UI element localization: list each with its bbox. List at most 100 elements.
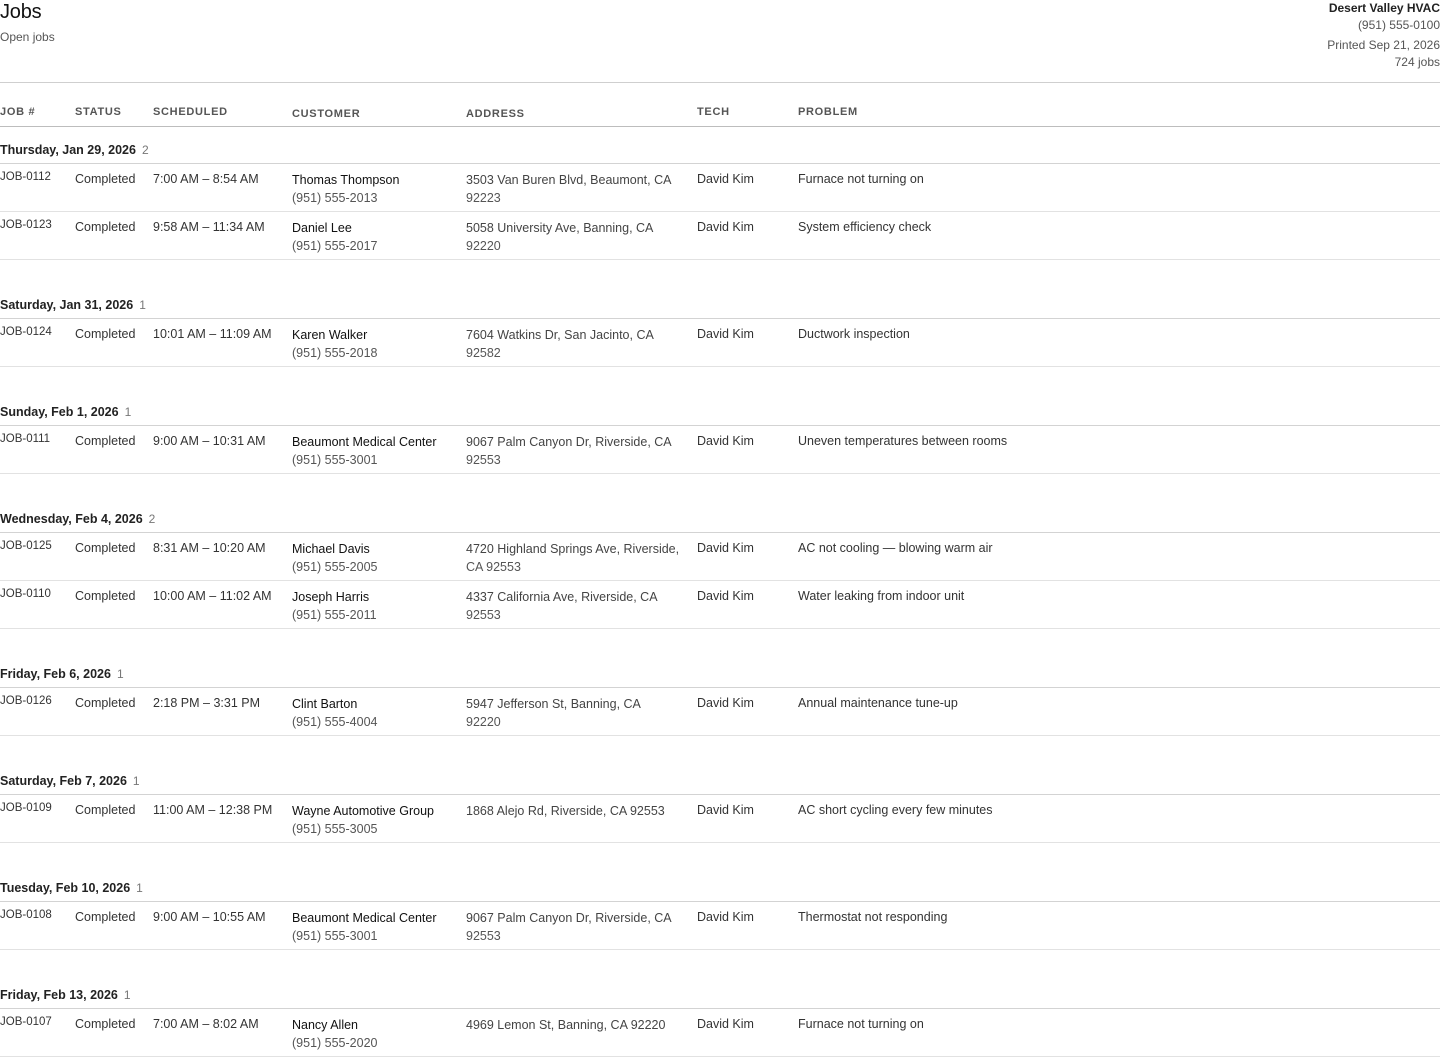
address-line-2: 92553 (466, 453, 501, 467)
column-problem: PROBLEM (798, 106, 858, 118)
column-tech: TECH (697, 106, 730, 118)
job-scheduled-time: 9:58 AM – 11:34 AM (153, 220, 265, 234)
table-row[interactable]: JOB-0108 Completed 9:00 AM – 10:55 AM Beaum… (0, 902, 1440, 950)
group-date: Friday, Feb 13, 2026 1 (0, 988, 131, 1002)
job-status: Completed (75, 172, 136, 186)
table-row[interactable]: JOB-0123 Completed 9:58 AM – 11:34 AM Danie… (0, 212, 1440, 260)
group-date-label: Sunday, Feb 1, 2026 (0, 405, 119, 419)
job-address: 5058 University Ave, Banning, CA 92220 (466, 220, 691, 255)
table-row[interactable]: JOB-0126 Completed 2:18 PM – 3:31 PM Clint … (0, 688, 1440, 736)
date-group-header: Sunday, Feb 1, 2026 1 (0, 389, 1440, 426)
job-status: Completed (75, 220, 136, 234)
group-date: Wednesday, Feb 4, 2026 2 (0, 512, 155, 526)
job-problem: AC short cycling every few minutes (798, 803, 993, 817)
date-group-header: Tuesday, Feb 10, 2026 1 (0, 865, 1440, 902)
column-customer: CUSTOMER (292, 108, 361, 120)
job-scheduled-time: 11:00 AM – 12:38 PM (153, 803, 273, 817)
address-line-2: CA 92553 (466, 560, 521, 574)
job-number: JOB-0110 (0, 588, 51, 600)
address-line-1: 5947 Jefferson St, Banning, CA (466, 697, 641, 711)
address-line-2: 92553 (466, 608, 501, 622)
group-date-label: Wednesday, Feb 4, 2026 (0, 512, 143, 526)
company-name: Desert Valley HVAC (1328, 1, 1440, 15)
customer-phone: (951) 555-4004 (292, 715, 378, 729)
table-row[interactable]: JOB-0107 Completed 7:00 AM – 8:02 AM Nancy … (0, 1009, 1440, 1057)
job-problem: Uneven temperatures between rooms (798, 434, 1008, 448)
job-status: Completed (75, 541, 136, 555)
company-phone: (951) 555-0100 (1357, 18, 1440, 32)
group-date-label: Thursday, Jan 29, 2026 (0, 143, 136, 157)
address-line-2: 92220 (466, 239, 501, 253)
table-row[interactable]: JOB-0124 Completed 10:01 AM – 11:09 AM Kare… (0, 319, 1440, 367)
job-tech: David Kim (697, 803, 754, 817)
customer-name: Beaumont Medical Center (292, 911, 437, 925)
date-group-header: Saturday, Jan 31, 2026 1 (0, 282, 1440, 319)
job-scheduled-time: 8:31 AM – 10:20 AM (153, 541, 266, 555)
address-line-1: 9067 Palm Canyon Dr, Riverside, CA (466, 911, 672, 925)
job-number: JOB-0125 (0, 540, 52, 552)
job-scheduled-time: 9:00 AM – 10:55 AM (153, 910, 266, 924)
customer-name: Daniel Lee (292, 221, 352, 235)
customer-phone: (951) 555-3001 (292, 929, 378, 943)
address-line-2: 92223 (466, 191, 501, 205)
group-date-label: Saturday, Jan 31, 2026 (0, 298, 134, 312)
group-date-label: Saturday, Feb 7, 2026 (0, 774, 127, 788)
job-status: Completed (75, 434, 136, 448)
job-tech: David Kim (697, 172, 754, 186)
job-problem: Water leaking from indoor unit (798, 589, 965, 603)
address-line-1: 5058 University Ave, Banning, CA (466, 221, 654, 235)
customer-name: Nancy Allen (292, 1018, 359, 1032)
customer-phone: (951) 555-2020 (292, 1036, 378, 1050)
job-number: JOB-0109 (0, 802, 52, 814)
table-row[interactable]: JOB-0109 Completed 11:00 AM – 12:38 PM Wayn… (0, 795, 1440, 843)
job-scheduled-time: 9:00 AM – 10:31 AM (153, 434, 266, 448)
table-row[interactable]: JOB-0111 Completed 9:00 AM – 10:31 AM Beaum… (0, 426, 1440, 474)
job-tech: David Kim (697, 589, 754, 603)
address-line-1: 4720 Highland Springs Ave, Riverside, (466, 542, 680, 556)
job-status: Completed (75, 910, 136, 924)
address-line-2: 92553 (466, 929, 501, 943)
column-scheduled: SCHEDULED (153, 106, 228, 118)
header-divider (0, 82, 1440, 83)
job-status: Completed (75, 1017, 136, 1031)
job-address: 1868 Alejo Rd, Riverside, CA 92553 (466, 803, 691, 820)
column-address: ADDRESS (466, 108, 525, 120)
customer-name: Wayne Automotive Group (292, 804, 434, 818)
printed-date: Printed Sep 21, 2026 (1327, 38, 1440, 52)
job-address: 3503 Van Buren Blvd, Beaumont, CA 92223 (466, 172, 691, 207)
address-line-1: 4337 California Ave, Riverside, CA (466, 590, 658, 604)
column-job-number: JOB # (0, 106, 36, 118)
job-address: 9067 Palm Canyon Dr, Riverside, CA 92553 (466, 434, 691, 469)
job-customer: Nancy Allen (951) 555-2020 (292, 1017, 377, 1052)
column-headers: JOB # STATUS SCHEDULED CUSTOMER ADDRESS … (0, 101, 1440, 127)
group-count: 1 (139, 298, 146, 312)
customer-phone: (951) 555-2005 (292, 560, 378, 574)
group-count: 1 (116, 667, 124, 681)
group-count: 2 (141, 143, 149, 157)
address-line-2: 92582 (466, 346, 501, 360)
job-problem: AC not cooling — blowing warm air (798, 541, 993, 555)
job-address: 4720 Highland Springs Ave, Riverside, CA … (466, 541, 691, 576)
job-customer: Michael Davis (951) 555-2005 (292, 541, 377, 576)
job-count: 724 jobs (1394, 55, 1440, 69)
group-date: Saturday, Jan 31, 2026 1 (0, 298, 146, 312)
group-date: Tuesday, Feb 10, 2026 1 (0, 881, 143, 895)
table-row[interactable]: JOB-0110 Completed 10:00 AM – 11:02 AM Jose… (0, 581, 1440, 629)
job-customer: Beaumont Medical Center (951) 555-3001 (292, 434, 437, 469)
job-scheduled-time: 7:00 AM – 8:54 AM (153, 172, 259, 186)
job-problem: Furnace not turning on (798, 172, 924, 186)
table-row[interactable]: JOB-0125 Completed 8:31 AM – 10:20 AM Micha… (0, 533, 1440, 581)
table-row[interactable]: JOB-0112 Completed 7:00 AM – 8:54 AM Thomas… (0, 164, 1440, 212)
group-count: 2 (148, 512, 156, 526)
report-header: Jobs Open jobs (0, 0, 55, 44)
job-tech: David Kim (697, 910, 754, 924)
group-date-label: Tuesday, Feb 10, 2026 (0, 881, 131, 895)
job-tech: David Kim (697, 220, 754, 234)
group-date-label: Friday, Feb 13, 2026 (0, 988, 118, 1002)
job-number: JOB-0107 (0, 1016, 52, 1028)
group-date: Saturday, Feb 7, 2026 1 (0, 774, 140, 788)
